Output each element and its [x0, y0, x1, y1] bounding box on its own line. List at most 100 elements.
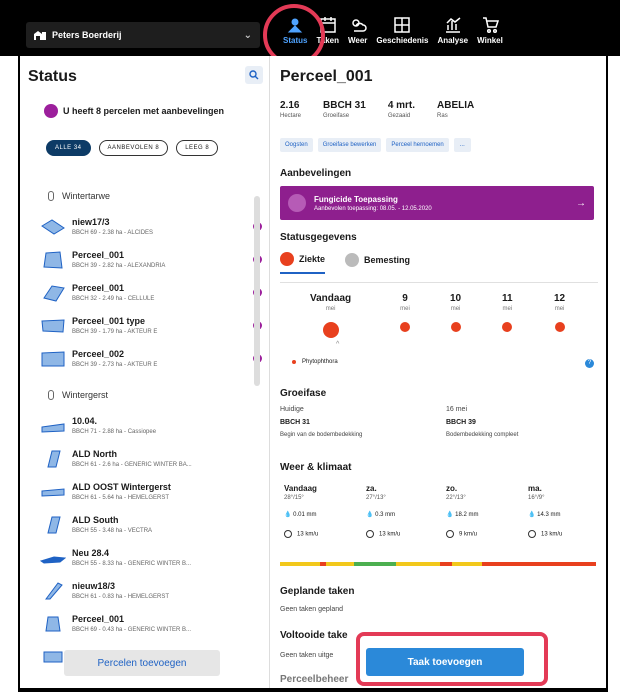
- edit-growth-stage-button[interactable]: Groeifase bewerken: [317, 138, 382, 152]
- rain-value: 0.01 mm: [293, 512, 317, 518]
- history-icon: [394, 17, 411, 33]
- wind-value: 13 km/u: [541, 531, 563, 538]
- weather-temp: 22°/13°: [446, 495, 466, 501]
- field-item[interactable]: ALD North BBCH 61 - 2.6 ha - GENERIC WINT…: [40, 442, 262, 475]
- field-name: 10.04.: [72, 416, 98, 426]
- tab-fertilizer[interactable]: Bemesting: [345, 252, 410, 274]
- done-tasks-text: Geen taken uitge: [280, 652, 334, 659]
- forecast-day-label: 10: [450, 293, 462, 304]
- weather-day-label: zo.: [446, 484, 458, 493]
- planned-tasks-title: Geplande taken: [280, 586, 355, 597]
- nav-weer[interactable]: Weer: [348, 16, 367, 45]
- done-tasks-title: Voltooide take: [280, 630, 348, 641]
- forecast-day[interactable]: 10 mei: [450, 293, 461, 332]
- chevron-down-icon: ⌄: [243, 29, 252, 41]
- field-name: ALD North: [72, 449, 117, 459]
- forecast-month: mei: [400, 306, 410, 312]
- nav-winkel[interactable]: Winkel: [477, 16, 503, 45]
- field-item[interactable]: niew17/3 BBCH 69 - 2.38 ha - ALCIDES: [40, 210, 262, 243]
- arrow-right-icon: →: [576, 197, 586, 209]
- growth-when: Huidige: [280, 406, 304, 413]
- forecast-day[interactable]: Vandaag mei: [310, 293, 351, 338]
- forecast-month: mei: [554, 306, 565, 312]
- status-tabs: Ziekte Bemesting: [280, 252, 430, 274]
- field-item[interactable]: Perceel_001 BBCH 39 - 2.82 ha - ALEXANDRI…: [40, 243, 262, 276]
- more-actions-button[interactable]: ...: [453, 138, 471, 152]
- field-shape-icon: [47, 450, 61, 467]
- stat-variety: ABELIA Ras: [437, 100, 474, 119]
- field-meta: BBCH 55 - 3.48 ha - VECTRA: [72, 528, 153, 534]
- field-management-title: Perceelbeheer: [280, 674, 349, 685]
- weather-icon: [351, 19, 367, 32]
- filter-recommended[interactable]: AANBEVOLEN 8: [98, 140, 169, 156]
- top-bar: Peters Boerderij ⌄ Status Taken Weer Ges…: [0, 0, 620, 66]
- forecast-day[interactable]: 9 mei: [400, 293, 410, 332]
- weather-wind: 9 km/u: [446, 530, 478, 538]
- field-shape-icon: [41, 350, 65, 366]
- weather-day[interactable]: ma. 16°/9° 💧 14.3 mm 13 km/u: [528, 484, 562, 538]
- tab-disease[interactable]: Ziekte: [280, 252, 326, 274]
- field-detail-panel: Perceel_001 2.16 Hectare BBCH 31 Groeifase…: [270, 56, 608, 688]
- farm-selector[interactable]: Peters Boerderij ⌄: [26, 22, 260, 48]
- field-item[interactable]: Perceel_001 type BBCH 39 - 1.79 ha - AKTE…: [40, 309, 262, 342]
- window-border-left: [18, 56, 20, 688]
- forecast-day[interactable]: 12 mei: [554, 293, 565, 332]
- field-list-scrollbar[interactable]: [254, 196, 260, 386]
- field-meta: BBCH 39 - 2.82 ha - ALEXANDRIA: [72, 263, 166, 269]
- field-title: Perceel_001: [280, 68, 373, 85]
- stat-growth-stage: BBCH 31 Groeifase: [323, 100, 366, 119]
- field-item[interactable]: ALD OOST Wintergerst BBCH 61 - 5.64 ha - …: [40, 475, 262, 508]
- stat-label: Groeifase: [323, 113, 350, 119]
- filter-empty[interactable]: LEEG 8: [176, 140, 219, 156]
- weather-day[interactable]: zo. 22°/13° 💧 18.2 mm 9 km/u: [446, 484, 478, 538]
- harvest-button[interactable]: Oogsten: [280, 138, 313, 152]
- search-button[interactable]: [245, 66, 263, 84]
- field-item[interactable]: Perceel_002 BBCH 39 - 2.73 ha - AKTEUR E: [40, 342, 262, 375]
- field-meta: BBCH 61 - 2.6 ha - GENERIC WINTER BA...: [72, 462, 192, 468]
- weather-day[interactable]: Vandaag 28°/15° 💧 0.01 mm 13 km/u: [284, 484, 318, 538]
- group-title: Wintertarwe: [62, 191, 111, 201]
- field-item[interactable]: Perceel_001 BBCH 32 - 2.49 ha - CELLULE: [40, 276, 262, 309]
- forecast-month: mei: [450, 306, 461, 312]
- field-item[interactable]: ALD South BBCH 55 - 3.48 ha - VECTRA: [40, 508, 262, 541]
- field-meta: BBCH 39 - 2.73 ha - AKTEUR E: [72, 362, 158, 368]
- field-name: niew17/3: [72, 217, 110, 227]
- weather-wind: 13 km/u: [366, 530, 400, 538]
- weather-temp: 16°/9°: [528, 495, 545, 501]
- rain-value: 18.2 mm: [455, 512, 479, 518]
- analysis-icon: [445, 17, 461, 33]
- status-data-title: Statusgegevens: [280, 232, 357, 243]
- filter-all[interactable]: ALLE 34: [46, 140, 91, 156]
- recommendation-card[interactable]: Fungicide Toepassing Aanbevolen toepassi…: [280, 186, 594, 220]
- forecast-day[interactable]: 11 mei: [502, 293, 513, 332]
- nav-weer-label: Weer: [347, 36, 368, 45]
- recommendations-title: Aanbevelingen: [280, 168, 352, 179]
- rename-field-button[interactable]: Perceel hernoemen: [386, 138, 449, 152]
- add-fields-button[interactable]: Percelen toevoegen: [64, 650, 220, 676]
- legend-dot: [292, 360, 296, 364]
- weather-day[interactable]: za. 27°/13° 💧 0.3 mm 13 km/u: [366, 484, 400, 538]
- forecast-day-label: 12: [554, 293, 566, 304]
- field-item[interactable]: nieuw18/3 BBCH 61 - 0.83 ha - HEMELGERST: [40, 574, 262, 607]
- rain-value: 0.3 mm: [375, 512, 396, 518]
- field-item[interactable]: Perceel_001 BBCH 69 - 0.43 ha - GENERIC W…: [40, 607, 262, 640]
- field-meta: BBCH 61 - 5.64 ha - HEMELGERST: [72, 495, 170, 501]
- window-border-right: [606, 56, 608, 688]
- field-item[interactable]: 10.04. BBCH 71 - 2.88 ha - Cassiopee: [40, 409, 262, 442]
- risk-dot: [322, 322, 339, 338]
- fertilizer-icon: [345, 253, 360, 267]
- field-meta: BBCH 71 - 2.88 ha - Cassiopee: [72, 429, 157, 435]
- weather-wind: 13 km/u: [528, 530, 562, 538]
- weather-temp: 28°/15°: [284, 495, 304, 501]
- group-wintergerst: Wintergerst: [40, 381, 262, 409]
- stat-label: Hectare: [280, 113, 302, 119]
- nav-geschiedenis[interactable]: Geschiedenis: [376, 16, 428, 45]
- wind-icon: [284, 530, 292, 538]
- field-item[interactable]: Neu 28.4 BBCH 55 - 8.33 ha - GENERIC WINT…: [40, 541, 262, 574]
- growth-desc: Begin van de bodembedekking: [280, 432, 363, 438]
- forecast-month: mei: [325, 306, 336, 312]
- help-icon[interactable]: ?: [585, 359, 594, 368]
- nav-analyse[interactable]: Analyse: [437, 16, 468, 45]
- growth-when: 16 mei: [446, 406, 468, 413]
- disease-forecast: Vandaag mei 9 mei 10 mei 11 mei 12 mei ^ Phyt…: [280, 282, 598, 386]
